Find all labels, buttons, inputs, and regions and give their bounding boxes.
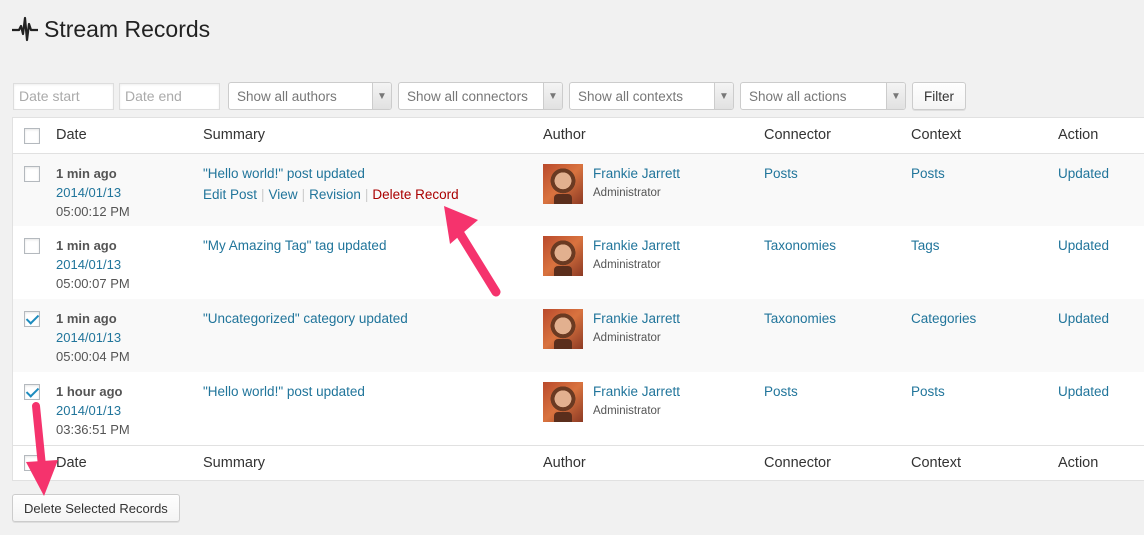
connectors-select-value: Show all connectors	[407, 88, 528, 104]
view-link[interactable]: View	[269, 187, 298, 202]
column-connector-footer: Connector	[764, 444, 911, 480]
chevron-down-icon: ▼	[543, 83, 562, 109]
table-row: 1 hour ago 2014/01/13 03:36:51 PM "Hello…	[13, 372, 1144, 445]
revision-link[interactable]: Revision	[309, 187, 361, 202]
edit-post-link[interactable]: Edit Post	[203, 187, 257, 202]
authors-select[interactable]: Show all authors ▼	[228, 82, 392, 110]
column-context: Context	[911, 118, 1058, 154]
column-summary-footer: Summary	[203, 444, 543, 480]
stream-logo-icon	[12, 16, 38, 42]
avatar	[543, 236, 583, 276]
column-connector: Connector	[764, 118, 911, 154]
date-link[interactable]: 2014/01/13	[56, 401, 203, 420]
chevron-down-icon: ▼	[886, 83, 905, 109]
column-action: Action	[1058, 118, 1144, 154]
date-relative: 1 min ago	[56, 165, 117, 181]
date-time: 05:00:07 PM	[56, 276, 130, 291]
context-link[interactable]: Tags	[911, 238, 940, 253]
author-role: Administrator	[593, 332, 661, 344]
date-link[interactable]: 2014/01/13	[56, 328, 203, 347]
action-link[interactable]: Updated	[1058, 166, 1109, 181]
row-checkbox[interactable]	[24, 238, 40, 254]
avatar	[543, 163, 583, 204]
column-author: Author	[543, 118, 764, 154]
column-context-footer: Context	[911, 444, 1058, 480]
connector-link[interactable]: Taxonomies	[764, 311, 836, 326]
connector-link[interactable]: Posts	[764, 166, 798, 181]
date-relative: 1 hour ago	[56, 384, 123, 399]
summary-link[interactable]: "Uncategorized" category updated	[203, 309, 543, 328]
chevron-down-icon: ▼	[372, 83, 391, 109]
delete-selected-records-button[interactable]: Delete Selected Records	[12, 494, 180, 522]
author-link[interactable]: Frankie Jarrett	[593, 382, 680, 401]
row-checkbox[interactable]	[24, 311, 40, 327]
avatar	[543, 382, 583, 422]
date-end-input[interactable]	[119, 82, 220, 110]
action-link[interactable]: Updated	[1058, 311, 1109, 326]
summary-link[interactable]: "Hello world!" post updated	[203, 382, 543, 401]
table-header-row: Date Summary Author Connector Context Ac…	[13, 118, 1144, 154]
page-title: Stream Records	[44, 15, 211, 42]
row-checkbox[interactable]	[24, 165, 40, 182]
table-row: 1 min ago 2014/01/13 05:00:12 PM "Hello …	[13, 153, 1144, 226]
actions-select[interactable]: Show all actions ▼	[740, 82, 906, 110]
authors-select-value: Show all authors	[237, 88, 337, 104]
date-link[interactable]: 2014/01/13	[56, 255, 203, 274]
column-date: Date	[56, 118, 203, 154]
select-all-checkbox[interactable]	[24, 127, 40, 144]
context-link[interactable]: Posts	[911, 166, 945, 181]
author-link[interactable]: Frankie Jarrett	[593, 309, 680, 328]
filter-bar: Show all authors ▼ Show all connectors ▼…	[13, 82, 966, 110]
avatar	[543, 309, 583, 349]
date-relative: 1 min ago	[56, 311, 117, 326]
context-link[interactable]: Posts	[911, 384, 945, 399]
delete-record-link[interactable]: Delete Record	[372, 187, 458, 202]
date-time: 03:36:51 PM	[56, 422, 130, 437]
column-summary: Summary	[203, 118, 543, 154]
author-link[interactable]: Frankie Jarrett	[593, 164, 680, 183]
date-link[interactable]: 2014/01/13	[56, 183, 203, 202]
author-link[interactable]: Frankie Jarrett	[593, 236, 680, 255]
action-link[interactable]: Updated	[1058, 384, 1109, 399]
contexts-select-value: Show all contexts	[578, 88, 684, 104]
date-time: 05:00:04 PM	[56, 349, 130, 364]
table-footer-row: Date Summary Author Connector Context Ac…	[13, 444, 1144, 480]
summary-link[interactable]: "Hello world!" post updated	[203, 164, 543, 183]
column-author-footer: Author	[543, 444, 764, 480]
contexts-select[interactable]: Show all contexts ▼	[569, 82, 734, 110]
chevron-down-icon: ▼	[714, 83, 733, 109]
filter-button[interactable]: Filter	[912, 82, 966, 110]
select-all-checkbox-footer[interactable]	[24, 455, 40, 472]
connectors-select[interactable]: Show all connectors ▼	[398, 82, 563, 110]
summary-link[interactable]: "My Amazing Tag" tag updated	[203, 236, 543, 255]
column-action-footer: Action	[1058, 444, 1144, 480]
table-row: 1 min ago 2014/01/13 05:00:07 PM "My Ama…	[13, 226, 1144, 299]
connector-link[interactable]: Taxonomies	[764, 238, 836, 253]
table-row: 1 min ago 2014/01/13 05:00:04 PM "Uncate…	[13, 299, 1144, 372]
author-role: Administrator	[593, 259, 661, 271]
records-table: Date Summary Author Connector Context Ac…	[12, 117, 1144, 481]
actions-select-value: Show all actions	[749, 88, 847, 104]
connector-link[interactable]: Posts	[764, 384, 798, 399]
page-header: Stream Records	[12, 14, 210, 44]
column-date-footer: Date	[56, 444, 203, 480]
action-link[interactable]: Updated	[1058, 238, 1109, 253]
date-start-input[interactable]	[13, 82, 114, 110]
author-role: Administrator	[593, 405, 661, 417]
date-time: 05:00:12 PM	[56, 203, 130, 219]
row-actions: Edit Post | View | Revision | Delete Record	[203, 186, 459, 202]
context-link[interactable]: Categories	[911, 311, 976, 326]
author-role: Administrator	[593, 186, 661, 199]
row-checkbox[interactable]	[24, 384, 40, 400]
date-relative: 1 min ago	[56, 238, 117, 253]
